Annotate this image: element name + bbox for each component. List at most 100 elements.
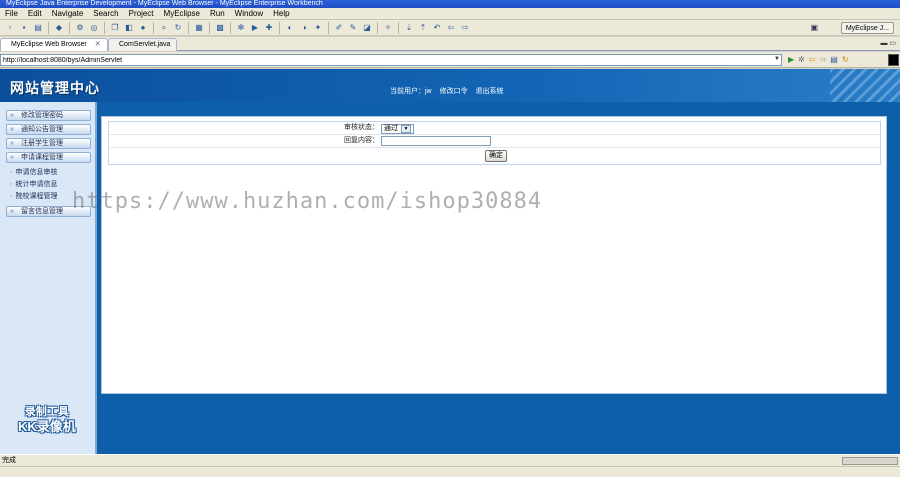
submit-button[interactable]: 确定 (485, 150, 507, 162)
tab-comservlet[interactable]: ComServlet.java (108, 38, 178, 51)
workbench-bottom-bar (0, 466, 900, 477)
main-content: 审核状态： 通过 ▼ 回复内容： 确定 (101, 116, 887, 394)
browser-nav-buttons: ▶ ✲ ⇦ ⇨ ▤ ↻ (786, 54, 851, 66)
search-icon[interactable]: ⌕ (159, 23, 169, 33)
toolbar-separator (279, 21, 280, 34)
forward-icon[interactable]: ⇨ (460, 23, 470, 33)
settings-icon[interactable]: ✲ (798, 54, 805, 66)
sidebar-item-student-management[interactable]: 注册学生管理 (6, 138, 91, 149)
menu-file[interactable]: File (0, 8, 23, 20)
save-icon[interactable]: ▪ (19, 23, 29, 33)
sidebar: 修改管理密码 通知公告管理 注册学生管理 申请课程管理 申请信息审核 统计申请信… (0, 102, 97, 454)
toolbar-separator (69, 21, 70, 34)
refresh-icon[interactable]: ↻ (173, 23, 183, 33)
annotation-icon[interactable]: ✧ (383, 23, 393, 33)
refresh-icon[interactable]: ↻ (842, 54, 849, 66)
perspective-switcher[interactable]: MyEclipse J... (840, 22, 894, 34)
status-text: 完成 (2, 457, 16, 464)
perspective-label: MyEclipse J... (845, 25, 889, 32)
back-icon[interactable]: ⇦ (809, 54, 816, 66)
web-icon[interactable]: ◎ (89, 23, 99, 33)
layout-icon[interactable]: ▦ (194, 23, 204, 33)
open-type-icon[interactable]: ❐ (110, 23, 120, 33)
toolbar-separator (48, 21, 49, 34)
open-folder-icon[interactable]: ◪ (362, 23, 372, 33)
window-title: MyEclipse Java Enterprise Development - … (6, 0, 323, 7)
toolbar-separator (153, 21, 154, 34)
new-wizard-icon[interactable]: ✦ (313, 23, 323, 33)
open-perspective-icon[interactable]: ▣ (810, 23, 818, 32)
external-tools-icon[interactable]: ✚ (264, 23, 274, 33)
next-annotation-icon[interactable]: ⇣ (404, 23, 414, 33)
new-package-icon[interactable]: ◑ (299, 23, 309, 33)
globe-icon[interactable]: ● (138, 23, 148, 33)
form-row-reply: 回复内容： (109, 135, 880, 148)
print-icon[interactable]: ▤ (33, 23, 43, 33)
toolbar-separator (377, 21, 378, 34)
deploy-icon[interactable]: ⚙ (75, 23, 85, 33)
chevron-down-icon[interactable]: ▼ (774, 56, 780, 62)
user-bar: 当前用户：jw 修改口令 退出系统 (390, 86, 510, 96)
reply-content-input[interactable] (381, 136, 491, 146)
menu-edit[interactable]: Edit (23, 8, 47, 20)
new-icon[interactable]: ▫ (5, 23, 15, 33)
pen-icon[interactable]: ✎ (348, 23, 358, 33)
menu-run[interactable]: Run (205, 8, 230, 20)
form-row-submit: 确定 (109, 150, 880, 163)
toolbar-separator (230, 21, 231, 34)
bookmark-icon[interactable]: ◧ (124, 23, 134, 33)
site-header: 网站管理中心 当前用户：jw 修改口令 退出系统 (0, 69, 900, 102)
menu-bar: File Edit Navigate Search Project MyEcli… (0, 8, 900, 20)
url-input[interactable] (0, 54, 782, 66)
sidebar-item-notice-management[interactable]: 通知公告管理 (6, 124, 91, 135)
menu-navigate[interactable]: Navigate (47, 8, 89, 20)
minimize-maximize-icon[interactable]: ▬ ▭ (880, 39, 896, 47)
page-icon[interactable]: ▤ (830, 54, 838, 66)
server-icon[interactable]: ◆ (54, 23, 64, 33)
main-toolbar: ▫ ▪ ▤ ◆ ⚙ ◎ ❐ ◧ ● ⌕ ↻ ▦ ▩ ✻ ▶ ✚ ◐ ◑ ✦ ✐ … (0, 20, 900, 36)
web-page: 网站管理中心 当前用户：jw 修改口令 退出系统 修改管理密码 通知公告管理 注… (0, 69, 900, 454)
page-title: 网站管理中心 (10, 80, 100, 96)
sidebar-item-message-management[interactable]: 留言信息管理 (6, 206, 91, 217)
run-icon[interactable]: ▶ (250, 23, 260, 33)
sidebar-subitem-school-courses[interactable]: 院校课程管理 (10, 192, 57, 201)
editor-tab-bar: MyEclipse Web Browser ✕ ComServlet.java … (0, 37, 900, 51)
menu-project[interactable]: Project (124, 8, 159, 20)
recorder-watermark: 录制工具 KK录像机 (18, 406, 76, 434)
menu-myeclipse[interactable]: MyEclipse (159, 8, 205, 20)
toolbar-separator (328, 21, 329, 34)
menu-window[interactable]: Window (230, 8, 268, 20)
go-icon[interactable]: ▶ (788, 54, 794, 66)
form-row-audit: 审核状态： 通过 ▼ (109, 122, 880, 135)
sidebar-subitem-review[interactable]: 申请信息审核 (10, 168, 57, 177)
status-progress (842, 457, 898, 465)
new-class-icon[interactable]: ◐ (285, 23, 295, 33)
debug-icon[interactable]: ✻ (236, 23, 246, 33)
audit-status-select[interactable]: 通过 ▼ (381, 124, 414, 134)
audit-status-label: 审核状态： (344, 124, 379, 131)
toolbar-separator (209, 21, 210, 34)
chevron-down-icon[interactable]: ▼ (401, 125, 411, 133)
menu-help[interactable]: Help (268, 8, 294, 20)
sidebar-item-change-admin-password[interactable]: 修改管理密码 (6, 110, 91, 121)
last-edit-icon[interactable]: ↶ (432, 23, 442, 33)
prev-annotation-icon[interactable]: ⇡ (418, 23, 428, 33)
close-icon[interactable]: ✕ (95, 41, 101, 48)
review-form: 审核状态： 通过 ▼ 回复内容： 确定 (108, 121, 881, 165)
forward-icon[interactable]: ⇨ (820, 54, 827, 66)
toolbar-separator (188, 21, 189, 34)
tab-label: ComServlet.java (119, 41, 171, 48)
stop-icon[interactable] (888, 54, 899, 66)
sidebar-item-course-application[interactable]: 申请课程管理 (6, 152, 91, 163)
change-password-link[interactable]: 修改口令 (440, 88, 468, 95)
logout-link[interactable]: 退出系统 (476, 88, 504, 95)
sidebar-subitem-statistics[interactable]: 统计申请信息 (10, 180, 57, 189)
menu-search[interactable]: Search (88, 8, 123, 20)
open-task-icon[interactable]: ✐ (334, 23, 344, 33)
back-icon[interactable]: ⇦ (446, 23, 456, 33)
browser-address-bar: ▼ ▶ ✲ ⇦ ⇨ ▤ ↻ (0, 52, 900, 68)
module-icon[interactable]: ▩ (215, 23, 225, 33)
recorder-line2: KK录像机 (18, 419, 76, 434)
status-bar: 完成 (0, 454, 900, 466)
tab-web-browser[interactable]: MyEclipse Web Browser ✕ (0, 38, 108, 51)
